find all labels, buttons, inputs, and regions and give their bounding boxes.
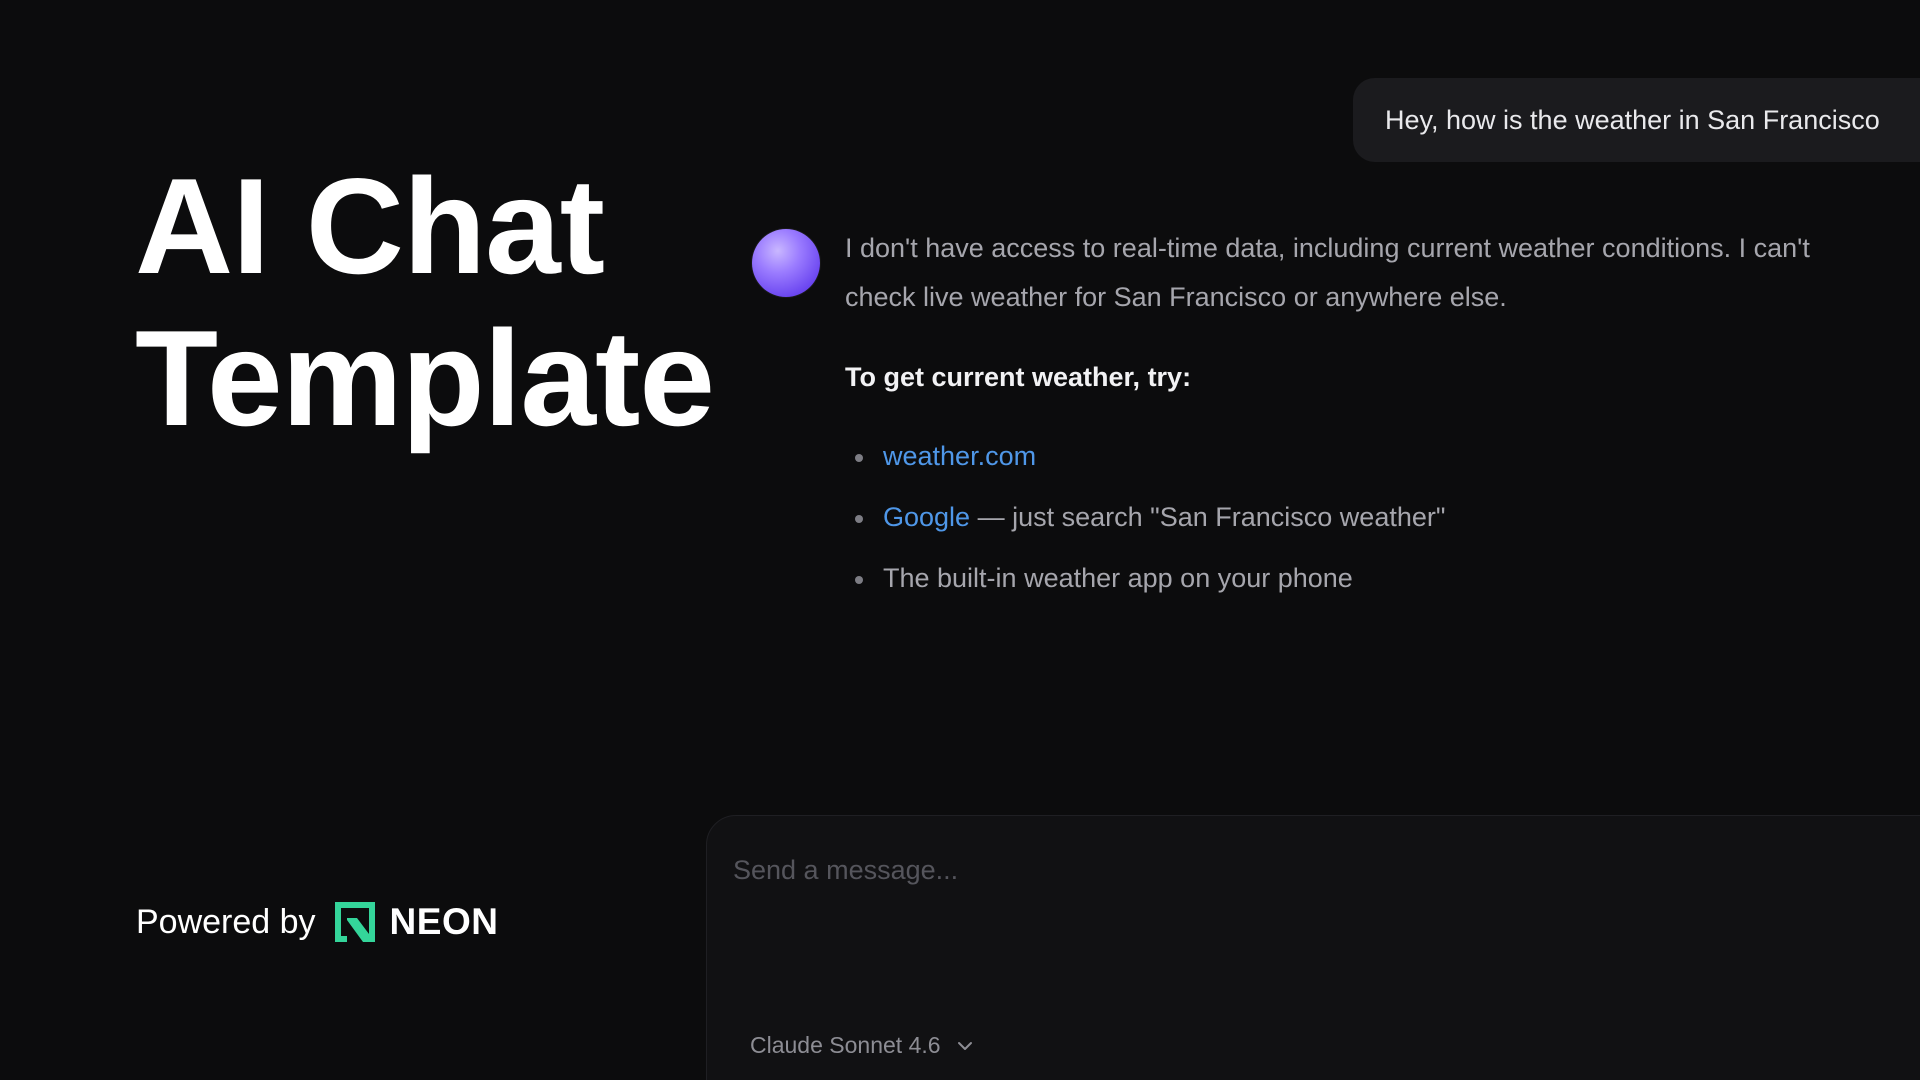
powered-by-label: Powered by <box>136 902 316 941</box>
app-canvas: AI Chat Template Powered by NEON Hey, ho… <box>0 0 1920 1080</box>
list-item: The built-in weather app on your phone <box>845 554 1920 603</box>
neon-logo-icon <box>334 902 375 942</box>
assistant-intro-line-2: check live weather for San Francisco or … <box>845 282 1507 312</box>
google-hint-text: — just search "San Francisco weather" <box>970 502 1446 532</box>
message-composer: Claude Sonnet 4.6 <box>706 815 1920 1080</box>
user-message-text: Hey, how is the weather in San Francisco <box>1385 104 1880 135</box>
list-item: Google — just search "San Francisco weat… <box>845 493 1920 542</box>
hero-title-line-2: Template <box>135 302 715 454</box>
powered-by: Powered by NEON <box>136 896 498 948</box>
model-name: Claude Sonnet 4.6 <box>750 1032 941 1058</box>
user-message-bubble: Hey, how is the weather in San Francisco <box>1353 78 1920 162</box>
list-item: weather.com <box>845 432 1920 481</box>
weather-com-link[interactable]: weather.com <box>883 441 1036 471</box>
suggestion-list: weather.com Google — just search "San Fr… <box>845 432 1920 603</box>
google-link[interactable]: Google <box>883 502 970 532</box>
phone-app-text: The built-in weather app on your phone <box>883 563 1353 593</box>
hero-title-line-1: AI Chat <box>135 150 605 302</box>
assistant-heading: To get current weather, try: <box>845 362 1192 392</box>
assistant-intro-line-1: I don't have access to real-time data, i… <box>845 233 1810 263</box>
model-selector[interactable]: Claude Sonnet 4.6 <box>750 1032 975 1059</box>
message-input[interactable] <box>731 844 1915 896</box>
assistant-orb-icon <box>752 229 820 297</box>
assistant-message: I don't have access to real-time data, i… <box>845 224 1920 615</box>
hero-title: AI Chat Template <box>135 150 715 454</box>
chevron-down-icon <box>957 1041 972 1050</box>
neon-brand-name: NEON <box>389 901 499 942</box>
